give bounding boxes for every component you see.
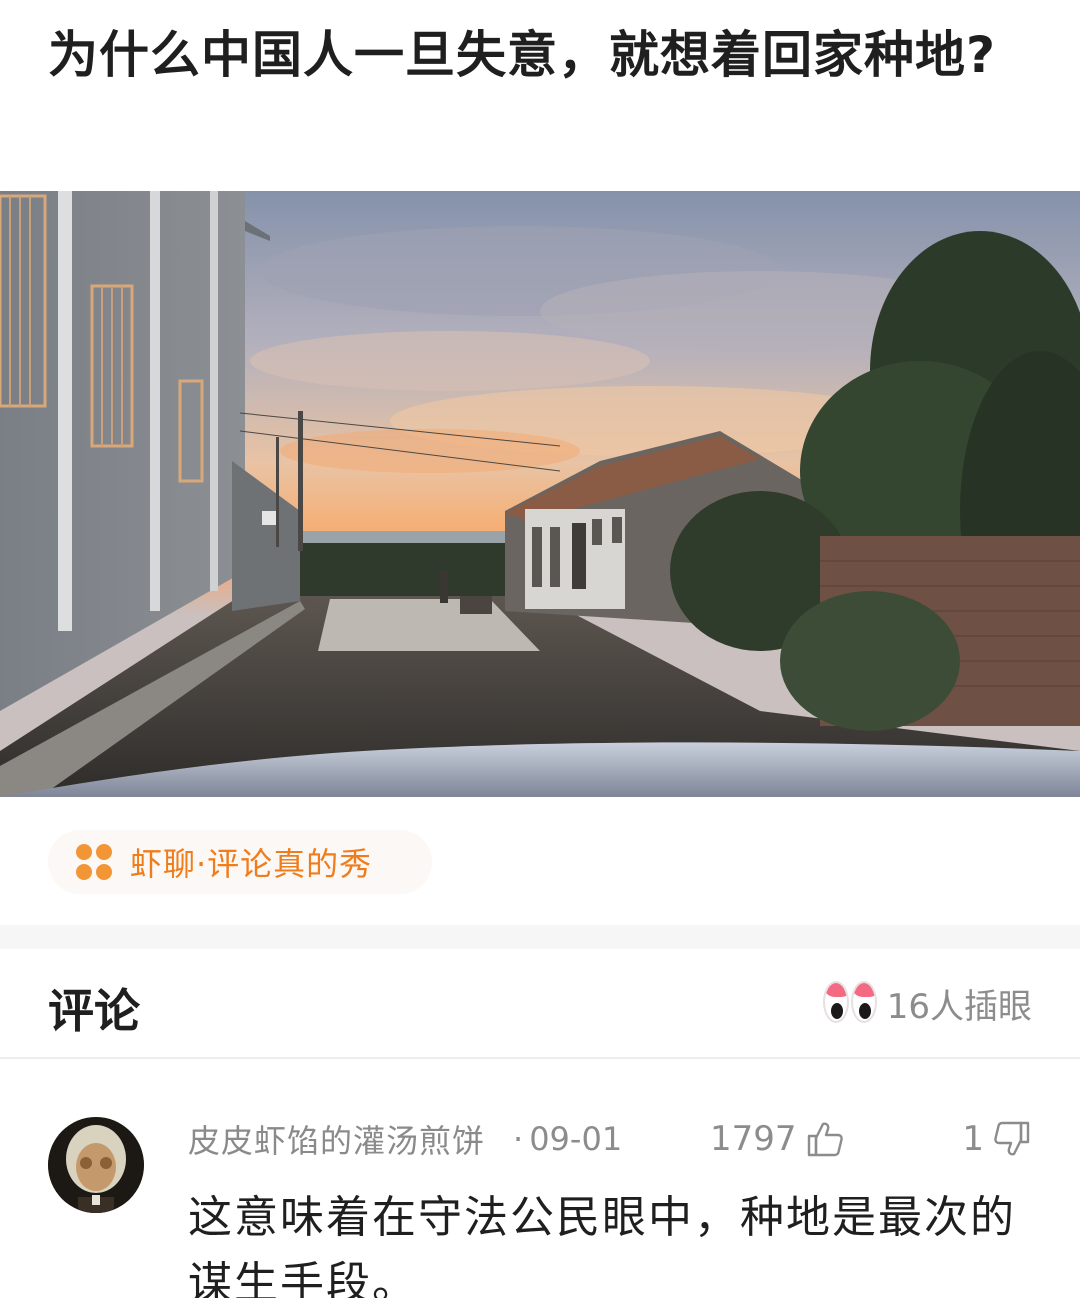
post-photo[interactable] (0, 191, 1080, 797)
sunset-village-scene (0, 191, 1080, 797)
comment-text: 这意味着在守法公民眼中，种地是最次的谋生手段。 (188, 1192, 1016, 1298)
section-divider (0, 925, 1080, 949)
thumbs-up-icon (807, 1122, 843, 1157)
four-dots-icon (76, 844, 112, 880)
comment-meta: 皮皮虾馅的灌汤煎饼 · 09-01 1797 1 (188, 1117, 1032, 1161)
comments-title: 评论 (48, 984, 140, 1038)
peek-button[interactable]: 16人插眼 (822, 979, 1032, 1028)
like-button[interactable]: 1797 (710, 1119, 845, 1159)
peeking-eyes-icon (822, 980, 879, 1027)
dislike-count: 1 (962, 1119, 984, 1159)
avatar-portrait-icon (48, 1117, 144, 1213)
comment-item: 皮皮虾馅的灌汤煎饼 · 09-01 1797 1 这意味着在守法公民眼中，种地是… (0, 1059, 1080, 1298)
meta-separator: · (513, 1120, 524, 1158)
peek-count: 16人插眼 (886, 987, 1032, 1027)
thumbs-down-icon (994, 1121, 1030, 1156)
avatar[interactable] (48, 1117, 144, 1213)
comment-username[interactable]: 皮皮虾馅的灌汤煎饼 (188, 1116, 485, 1162)
comments-header: 评论 16人插眼 (0, 949, 1080, 1059)
post-title: 为什么中国人一旦失意，就想着回家种地? (48, 26, 997, 84)
topic-tag[interactable]: 虾聊·评论真的秀 (48, 830, 432, 894)
dislike-button[interactable]: 1 (962, 1119, 1032, 1159)
comment-date: 09-01 (529, 1120, 623, 1158)
topic-label: 虾聊·评论真的秀 (130, 845, 373, 883)
like-count: 1797 (710, 1119, 797, 1159)
